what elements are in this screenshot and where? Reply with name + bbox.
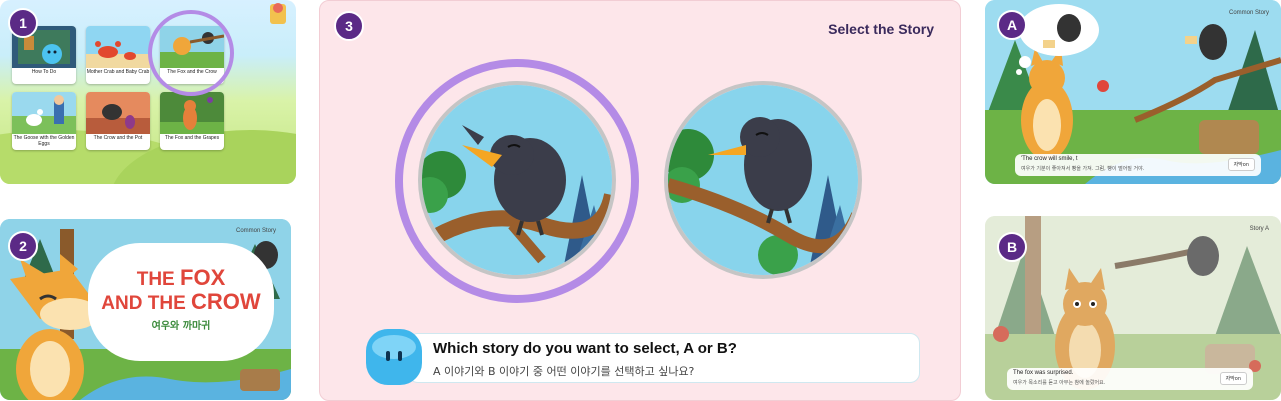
- fox-and-grapes-thumbnail: [160, 92, 224, 134]
- question-bubble: Which story do you want to select, A or …: [408, 333, 920, 383]
- select-story-screen: 3 Select the Story Which story do you wa…: [319, 0, 961, 401]
- story-card-title: How To Do: [31, 69, 57, 75]
- crow-eating-illustration: [422, 85, 612, 275]
- story-card-title: The Fox and the Grapes: [164, 135, 220, 141]
- step-badge-3: 3: [334, 11, 364, 41]
- story-card-golden-goose[interactable]: The Goose with the Golden Eggs: [12, 92, 76, 150]
- title-word-fox: FOX: [180, 265, 226, 290]
- story-b-preview[interactable]: B Story A The fox was surprised. 여우가 목소리…: [985, 216, 1281, 400]
- subtitle-english: 'The crow will smile, t: [1021, 156, 1078, 162]
- crab-thumbnail: [86, 26, 150, 68]
- story-card-title: The Crow and the Pot: [93, 135, 143, 141]
- story-type-tag: Common Story: [236, 228, 277, 234]
- option-badge-a: A: [997, 10, 1027, 40]
- crow-and-pot-thumbnail: [86, 92, 150, 134]
- story-card-title: The Goose with the Golden Eggs: [13, 135, 75, 147]
- story-card-fox-and-grapes[interactable]: The Fox and the Grapes: [160, 92, 224, 150]
- story-a-preview[interactable]: A Common Story 'The crow will smile, t 여…: [985, 0, 1281, 184]
- title-word-crow: CROW: [191, 289, 261, 314]
- story-option-b[interactable]: [664, 81, 862, 279]
- story-card-mother-crab[interactable]: Mother Crab and Baby Crab: [86, 26, 150, 84]
- step-badge-2: 2: [8, 231, 38, 261]
- story-list-screen: 1 How To Do Mother Crab and Baby Crab Th…: [0, 0, 296, 184]
- story-card-crow-and-pot[interactable]: The Crow and the Pot: [86, 92, 150, 150]
- story-option-a[interactable]: [418, 81, 616, 279]
- subtitle-bar: The fox was surprised. 여우가 목소리를 듣고 아무는 참…: [1007, 368, 1253, 390]
- subtitle-korean: 여우가 목소리를 듣고 아무는 참에 놀랐어요.: [1013, 380, 1106, 386]
- step-badge-1: 1: [8, 8, 38, 38]
- story-card-title: Mother Crab and Baby Crab: [86, 69, 150, 75]
- story-type-tag: Story A: [1249, 226, 1269, 232]
- korean-title: 여우와 까마귀: [151, 321, 211, 332]
- screen-heading: Select the Story: [828, 21, 934, 37]
- story-type-tag: Common Story: [1228, 10, 1269, 16]
- selection-highlight-ring: [148, 10, 234, 96]
- subtitle-toggle-button[interactable]: 자막on: [1219, 372, 1247, 385]
- subtitle-toggle-button[interactable]: 자막on: [1227, 158, 1255, 171]
- question-text-korean: A 이야기와 B 이야기 중 어떤 이야기를 선택하고 싶나요?: [433, 365, 695, 378]
- goose-thumbnail: [12, 92, 76, 134]
- crow-on-branch-illustration: [668, 85, 858, 275]
- subtitle-korean: 여우가 기분이 좋아져서 빵을 가져. 그럼, 빵이 떨어질 거야.: [1021, 166, 1145, 172]
- title-cloud: THE FOX AND THE CROW 여우와 까마귀: [92, 247, 270, 357]
- title-word-and-the: AND THE: [101, 293, 186, 314]
- question-text: Which story do you want to select, A or …: [433, 340, 737, 357]
- mascot-avatar: [366, 329, 422, 385]
- option-badge-b: B: [997, 232, 1027, 262]
- title-word-the: THE: [136, 269, 175, 290]
- title-screen: 2 Common Story THE FOX AND THE CROW 여우와 …: [0, 219, 291, 400]
- subtitle-bar: 'The crow will smile, t 여우가 기분이 좋아져서 빵을 …: [1015, 154, 1261, 176]
- subtitle-english: The fox was surprised.: [1013, 370, 1074, 376]
